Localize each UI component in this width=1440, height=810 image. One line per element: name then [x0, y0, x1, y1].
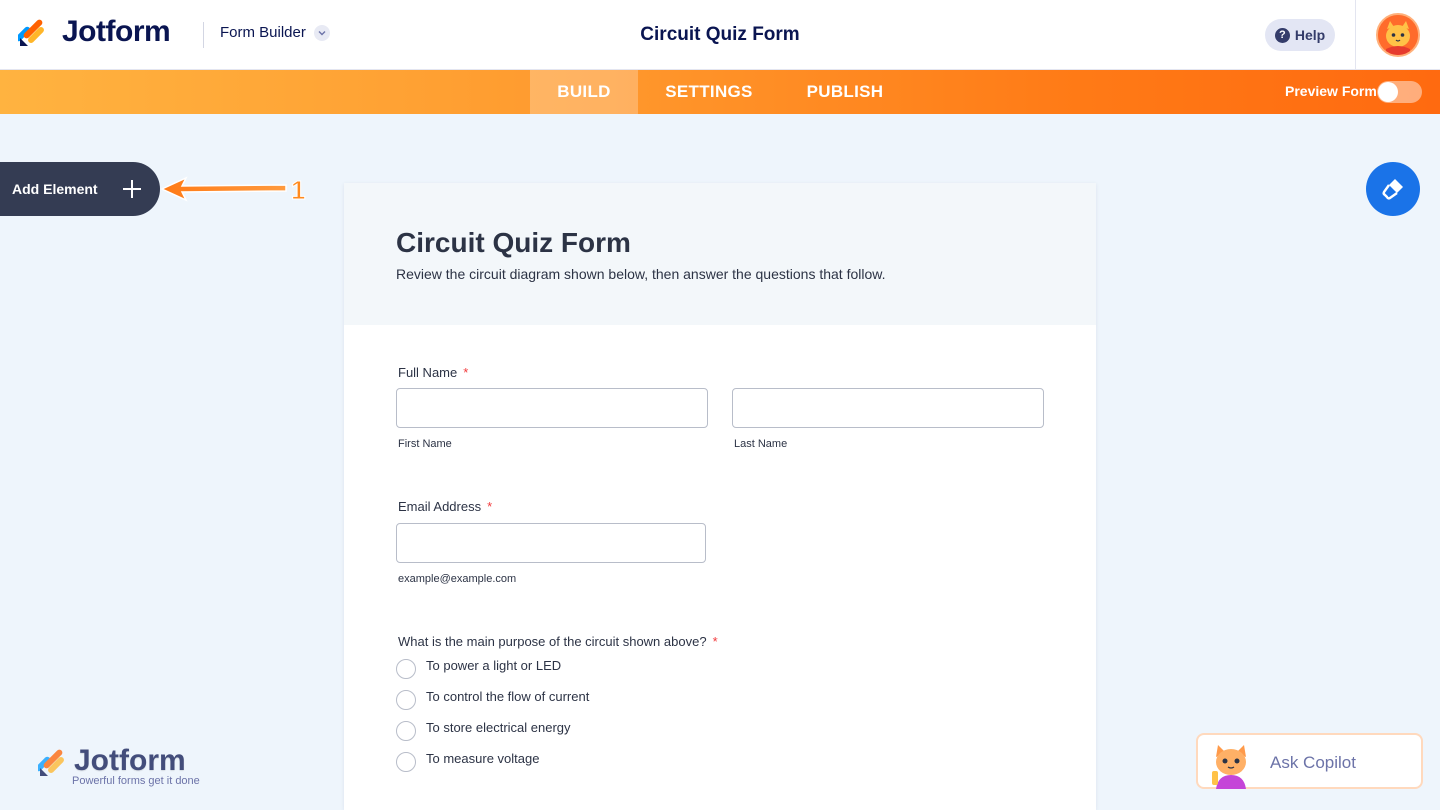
last-name-input[interactable]	[732, 388, 1044, 428]
toggle-knob	[1378, 82, 1398, 102]
header-divider-right	[1355, 0, 1356, 70]
radio-button[interactable]	[396, 659, 416, 679]
question-label-text: What is the main purpose of the circuit …	[398, 634, 707, 649]
builder-nav-bar: BUILD SETTINGS PUBLISH	[0, 70, 1440, 114]
top-header: Jotform Form Builder Circuit Quiz Form ?…	[0, 0, 1440, 70]
full-name-label: Full Name *	[398, 365, 468, 380]
header-form-title[interactable]: Circuit Quiz Form	[640, 24, 799, 45]
last-name-sublabel: Last Name	[734, 438, 788, 450]
form-designer-button[interactable]	[1366, 162, 1420, 216]
add-element-button[interactable]: Add Element	[0, 162, 160, 216]
chevron-down-icon	[313, 24, 330, 41]
radio-option[interactable]: To measure voltage	[396, 750, 540, 772]
required-marker: *	[487, 499, 493, 514]
first-name-sublabel: First Name	[398, 438, 452, 450]
tab-settings[interactable]: SETTINGS	[652, 70, 766, 114]
form-header-section[interactable]: Circuit Quiz Form Review the circuit dia…	[344, 183, 1096, 325]
copilot-cat-icon	[1212, 745, 1246, 789]
radio-button[interactable]	[396, 721, 416, 741]
question-label: What is the main purpose of the circuit …	[398, 634, 718, 649]
radio-option-label: To control the flow of current	[426, 688, 590, 704]
first-name-input[interactable]	[396, 388, 708, 428]
jotform-logo[interactable]: Jotform	[18, 15, 171, 48]
full-name-label-text: Full Name	[398, 365, 458, 380]
avatar-cat-icon	[1378, 15, 1418, 55]
required-marker: *	[463, 365, 469, 380]
radio-button[interactable]	[396, 690, 416, 710]
tab-publish[interactable]: PUBLISH	[796, 70, 894, 114]
radio-option[interactable]: To control the flow of current	[396, 688, 590, 710]
radio-option-label: To store electrical energy	[426, 719, 571, 735]
jotform-wordmark: Jotform	[62, 15, 171, 48]
email-input[interactable]	[396, 523, 706, 563]
form-card: Circuit Quiz Form Review the circuit dia…	[344, 183, 1096, 810]
footer-brand-logo[interactable]: Jotform	[38, 746, 186, 778]
preview-form-label: Preview Form	[1285, 83, 1377, 99]
tab-build[interactable]: BUILD	[530, 70, 638, 114]
email-label-text: Email Address	[398, 499, 482, 514]
tab-settings-label: SETTINGS	[665, 82, 753, 101]
plus-icon	[123, 180, 141, 198]
form-subtitle: Review the circuit diagram shown below, …	[396, 266, 886, 282]
annotation-number: 1	[291, 175, 305, 205]
form-title: Circuit Quiz Form	[396, 227, 631, 258]
footer-tagline: Powerful forms get it done	[72, 775, 200, 787]
jotform-logo-icon	[38, 749, 64, 776]
tab-build-label: BUILD	[557, 82, 611, 101]
ask-copilot-label: Ask Copilot	[1270, 753, 1356, 772]
paint-roller-icon	[1382, 179, 1403, 200]
form-builder-menu[interactable]: Form Builder	[220, 24, 330, 41]
annotation-arrow: 1	[160, 175, 306, 206]
ask-copilot-button[interactable]: Ask Copilot	[1196, 733, 1423, 789]
preview-form-toggle[interactable]	[1377, 81, 1422, 103]
radio-option-label: To power a light or LED	[426, 657, 562, 673]
email-label: Email Address *	[398, 499, 492, 514]
jotform-logo-icon	[18, 19, 44, 46]
tab-publish-label: PUBLISH	[806, 82, 884, 101]
question-icon: ?	[1274, 27, 1290, 43]
form-builder-label: Form Builder	[220, 24, 306, 41]
radio-option[interactable]: To store electrical energy	[396, 719, 571, 741]
email-sublabel: example@example.com	[398, 573, 517, 585]
radio-option-label: To measure voltage	[426, 750, 540, 766]
footer-brand-wordmark: Jotform	[74, 744, 186, 777]
help-button[interactable]: ? Help	[1265, 19, 1335, 51]
avatar[interactable]	[1376, 13, 1420, 57]
radio-button[interactable]	[396, 752, 416, 772]
help-label: Help	[1294, 27, 1326, 43]
header-divider	[203, 22, 204, 48]
radio-option[interactable]: To power a light or LED	[396, 657, 562, 679]
add-element-label: Add Element	[12, 181, 98, 197]
required-marker: *	[712, 634, 718, 649]
